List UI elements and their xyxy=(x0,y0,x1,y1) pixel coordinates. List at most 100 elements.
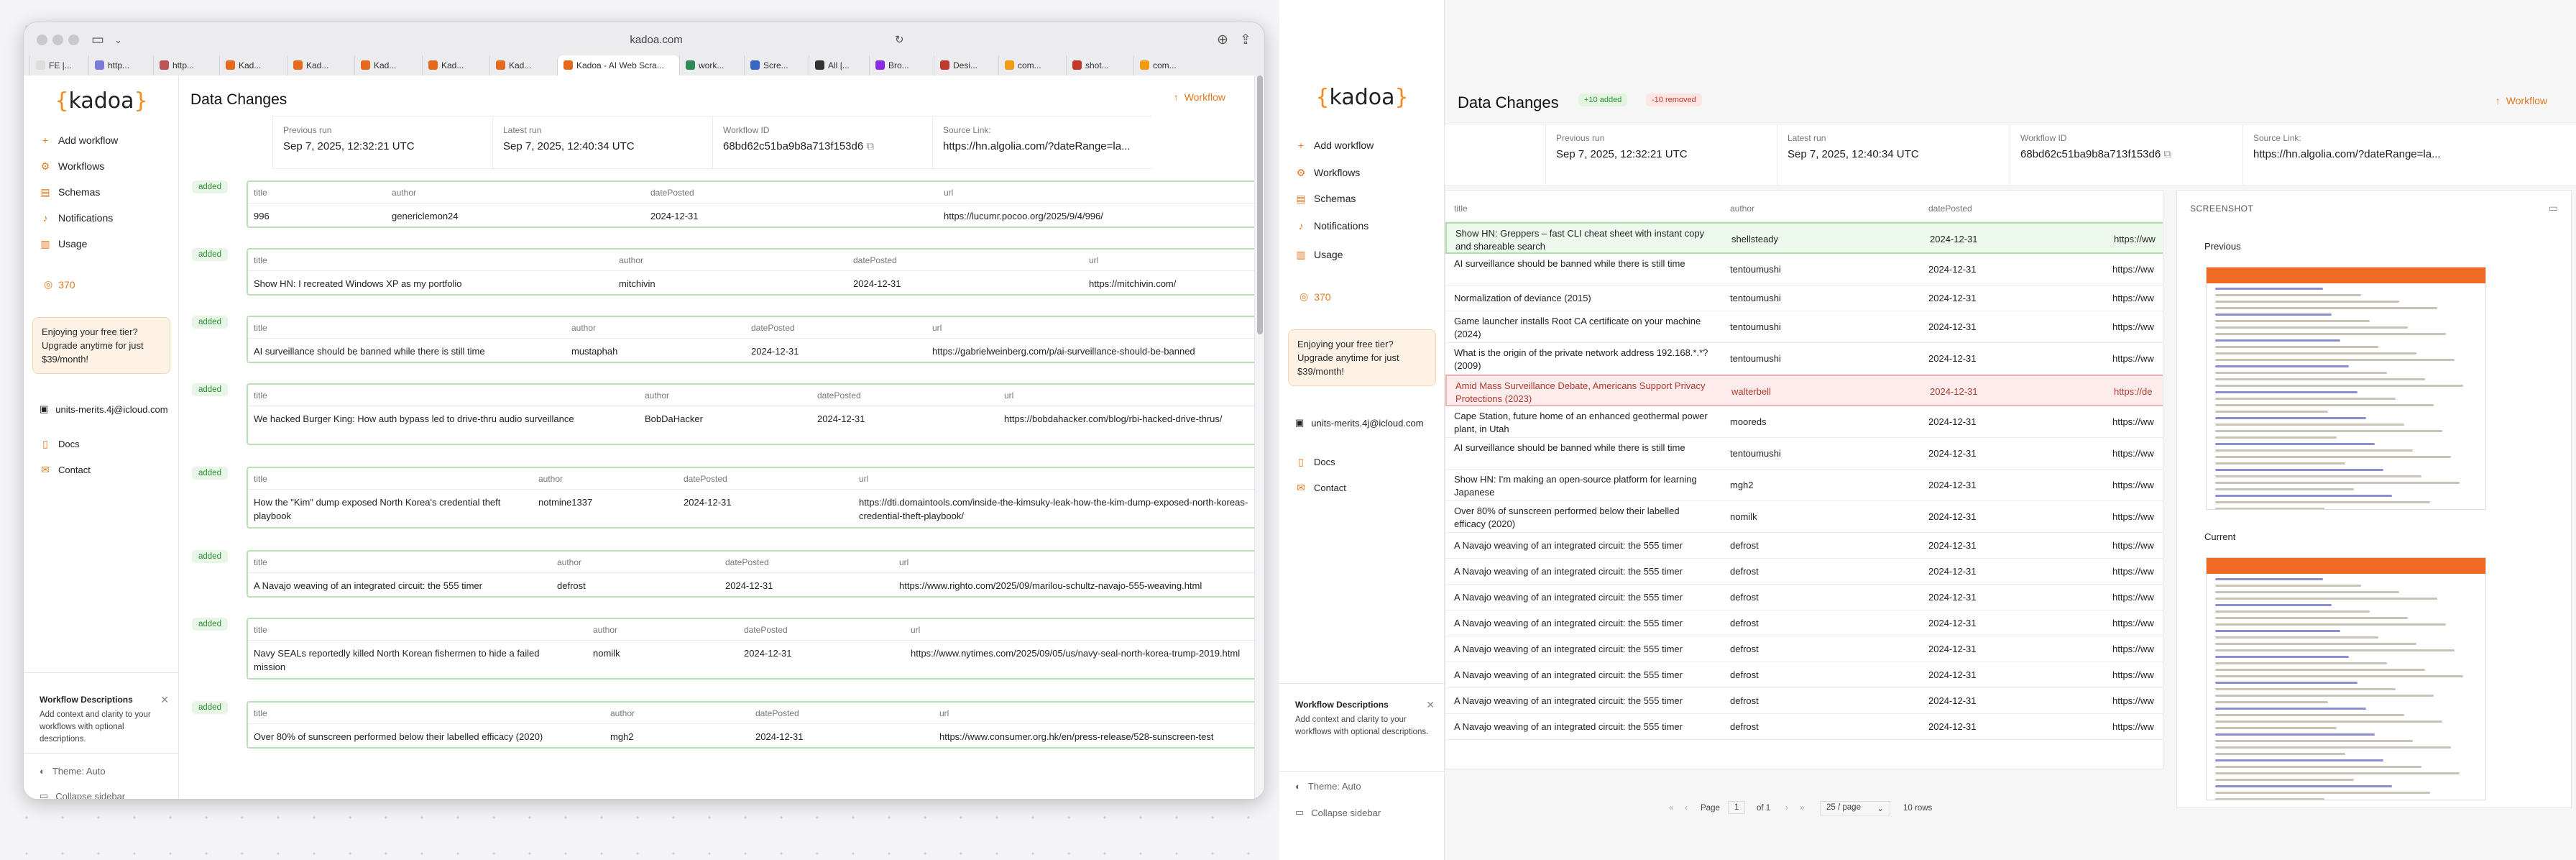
table-row[interactable]: Show HN: I'm making an open-source platf… xyxy=(1445,470,2163,501)
table-row[interactable]: A Navajo weaving of an integrated circui… xyxy=(1445,559,2163,585)
theme-toggle[interactable]: ◐ Theme: Auto xyxy=(1295,781,1361,792)
sidebar-item-schemas[interactable]: ▤ Schemas xyxy=(40,183,100,201)
expand-icon[interactable]: ▭ xyxy=(2549,202,2558,214)
close-icon[interactable]: ✕ xyxy=(1426,699,1435,711)
kadoa-logo[interactable]: {kadoa} xyxy=(1279,85,1445,110)
sidebar-item-docs[interactable]: ▯ Docs xyxy=(1295,453,1335,470)
table-row[interactable]: A Navajo weaving of an integrated circui… xyxy=(1445,636,2163,662)
workflow-button[interactable]: ↑ Workflow xyxy=(1174,91,1231,103)
table-row[interactable]: A Navajo weaving of an integrated circui… xyxy=(1445,585,2163,610)
browser-tab[interactable]: com... xyxy=(998,55,1066,76)
sidebar-item-notifications[interactable]: ♪ Notifications xyxy=(40,209,114,227)
record-card[interactable]: title author datePosted url 996 genericlemon2… xyxy=(247,180,1254,228)
sidebar-item-contact[interactable]: ✉ Contact xyxy=(40,461,91,478)
table-row[interactable]: A Navajo weaving of an integrated circui… xyxy=(1445,662,2163,688)
browser-tab[interactable]: Kad... xyxy=(287,55,354,76)
browser-tab[interactable]: work... xyxy=(679,55,744,76)
user-account[interactable]: ▣ units-merits.4j@icloud.com xyxy=(40,403,176,415)
table-row[interactable]: Over 80% of sunscreen performed below th… xyxy=(1445,501,2163,533)
record-card[interactable]: title author datePosted url We hacked Burger… xyxy=(247,383,1254,445)
table-row[interactable]: Amid Mass Surveillance Debate, Americans… xyxy=(1445,375,2163,406)
browser-tab[interactable]: com... xyxy=(1133,55,1205,76)
credits-counter[interactable]: ◎ 370 xyxy=(1300,291,1331,303)
scrollbar-thumb[interactable] xyxy=(1257,76,1263,334)
collapse-sidebar-button[interactable]: ▭ Collapse sidebar xyxy=(1295,807,1381,818)
current-screenshot[interactable] xyxy=(2206,557,2486,800)
sidebar-item-workflows[interactable]: ⚙ Workflows xyxy=(1295,164,1361,181)
table-row[interactable]: What is the origin of the private networ… xyxy=(1445,343,2163,375)
credits-counter[interactable]: ◎ 370 xyxy=(44,278,75,291)
first-page-icon[interactable]: « xyxy=(1669,804,1673,813)
sidebar-item-usage[interactable]: ▥ Usage xyxy=(1295,246,1343,263)
table-row[interactable]: AI surveillance should be banned while t… xyxy=(1445,254,2163,285)
source-link[interactable]: Source Link: https://hn.algolia.com/?date… xyxy=(2242,124,2465,185)
source-link[interactable]: Source Link: https://hn.algolia.com/?date… xyxy=(932,116,1152,168)
upgrade-promo[interactable]: Enjoying your free tier? Upgrade anytime… xyxy=(32,317,170,374)
table-row[interactable]: A Navajo weaving of an integrated circui… xyxy=(1445,533,2163,559)
page-input[interactable]: 1 xyxy=(1728,801,1746,814)
table-row[interactable]: Normalization of deviance (2015) tentoumu… xyxy=(1445,285,2163,311)
share-icon[interactable]: ⇪ xyxy=(1240,29,1251,51)
record-card[interactable]: title author datePosted url How the "Kim" du… xyxy=(247,467,1254,529)
prev-page-icon[interactable]: ‹ xyxy=(1685,804,1688,813)
sidebar-item-docs[interactable]: ▯ Docs xyxy=(40,435,79,452)
browser-tab[interactable]: Kad... xyxy=(422,55,489,76)
sidebar-item-add-workflow[interactable]: + Add workflow xyxy=(1295,137,1374,154)
browser-tab[interactable]: http... xyxy=(153,55,219,76)
sidebar-item-contact[interactable]: ✉ Contact xyxy=(1295,479,1346,496)
address-bar[interactable]: kadoa.com xyxy=(397,29,915,52)
record-url[interactable]: https://www.nytimes.com/2025/09/05/us/na… xyxy=(911,646,1254,660)
rows-per-page-select[interactable]: 25 / page ⌄ xyxy=(1820,801,1890,815)
record-card[interactable]: title author datePosted url A Navajo weaving… xyxy=(247,550,1254,598)
next-page-icon[interactable]: › xyxy=(1785,804,1788,813)
upgrade-promo[interactable]: Enjoying your free tier? Upgrade anytime… xyxy=(1288,329,1436,386)
record-url[interactable]: https://dti.domaintools.com/inside-the-k… xyxy=(859,495,1254,523)
theme-toggle[interactable]: ◐ Theme: Auto xyxy=(40,766,106,777)
record-url[interactable]: https://lucumr.pocoo.org/2025/9/4/996/ xyxy=(944,209,1254,223)
browser-tab[interactable]: FE |... xyxy=(29,55,88,76)
record-url[interactable]: https://mitchivin.com/ xyxy=(1089,277,1254,291)
browser-tab[interactable]: Bro... xyxy=(869,55,934,76)
sidebar-item-notifications[interactable]: ♪ Notifications xyxy=(1295,217,1369,234)
last-page-icon[interactable]: » xyxy=(1800,804,1804,813)
user-account[interactable]: ▣ units-merits.4j@icloud.com xyxy=(1295,417,1443,429)
record-card[interactable]: title author datePosted url Show HN: I recre… xyxy=(247,248,1254,296)
sidebar-item-schemas[interactable]: ▤ Schemas xyxy=(1295,190,1356,207)
browser-tab[interactable]: Scre... xyxy=(744,55,809,76)
browser-tab[interactable]: Desi... xyxy=(934,55,998,76)
sidebar-toggle-icon[interactable]: ▭ xyxy=(91,29,104,51)
table-row[interactable]: Show HN: Greppers – fast CLI cheat sheet… xyxy=(1445,222,2163,254)
copy-icon[interactable]: ⧉ xyxy=(2163,148,2171,160)
chevron-down-icon[interactable]: ⌄ xyxy=(114,29,122,51)
close-window-button[interactable] xyxy=(37,35,47,45)
table-row[interactable]: A Navajo weaving of an integrated circui… xyxy=(1445,714,2163,740)
record-card[interactable]: title author datePosted url Navy SEALs repor… xyxy=(247,618,1254,680)
zoom-window-button[interactable] xyxy=(68,35,79,45)
table-row[interactable]: Cape Station, future home of an enhanced… xyxy=(1445,406,2163,438)
copy-icon[interactable]: ⧉ xyxy=(866,140,874,152)
table-row[interactable]: Game launcher installs Root CA certifica… xyxy=(1445,311,2163,343)
browser-tab[interactable]: Kad... xyxy=(219,55,287,76)
browser-tab[interactable]: Kad... xyxy=(354,55,422,76)
browser-tab[interactable]: shot... xyxy=(1066,55,1133,76)
record-url[interactable]: https://www.righto.com/2025/09/marilou-s… xyxy=(899,579,1254,593)
record-card[interactable]: title author datePosted url AI surveillance … xyxy=(247,316,1254,363)
record-url[interactable]: https://bobdahacker.com/blog/rbi-hacked-… xyxy=(1004,412,1254,426)
collapse-sidebar-button[interactable]: ▭ Collapse sidebar xyxy=(40,790,125,799)
reload-icon[interactable]: ↻ xyxy=(895,29,904,51)
table-row[interactable]: A Navajo weaving of an integrated circui… xyxy=(1445,688,2163,714)
sidebar-item-add-workflow[interactable]: + Add workflow xyxy=(40,132,118,149)
download-icon[interactable]: ⊕ xyxy=(1217,29,1228,51)
browser-tab[interactable]: http... xyxy=(88,55,153,76)
record-url[interactable]: https://gabrielweinberg.com/p/ai-surveil… xyxy=(932,344,1254,358)
kadoa-logo[interactable]: {kadoa} xyxy=(24,88,179,114)
browser-tab[interactable]: Kadoa - AI Web Scra... xyxy=(557,55,679,76)
workflow-button[interactable]: ↑ Workflow xyxy=(2496,95,2553,106)
browser-tab[interactable]: Kad... xyxy=(489,55,557,76)
close-icon[interactable]: ✕ xyxy=(160,694,169,706)
sidebar-item-workflows[interactable]: ⚙ Workflows xyxy=(40,157,105,175)
browser-tab[interactable]: All |... xyxy=(809,55,869,76)
record-url[interactable]: https://www.consumer.org.hk/en/press-rel… xyxy=(939,730,1254,744)
previous-screenshot[interactable] xyxy=(2206,267,2486,510)
table-row[interactable]: A Navajo weaving of an integrated circui… xyxy=(1445,610,2163,636)
